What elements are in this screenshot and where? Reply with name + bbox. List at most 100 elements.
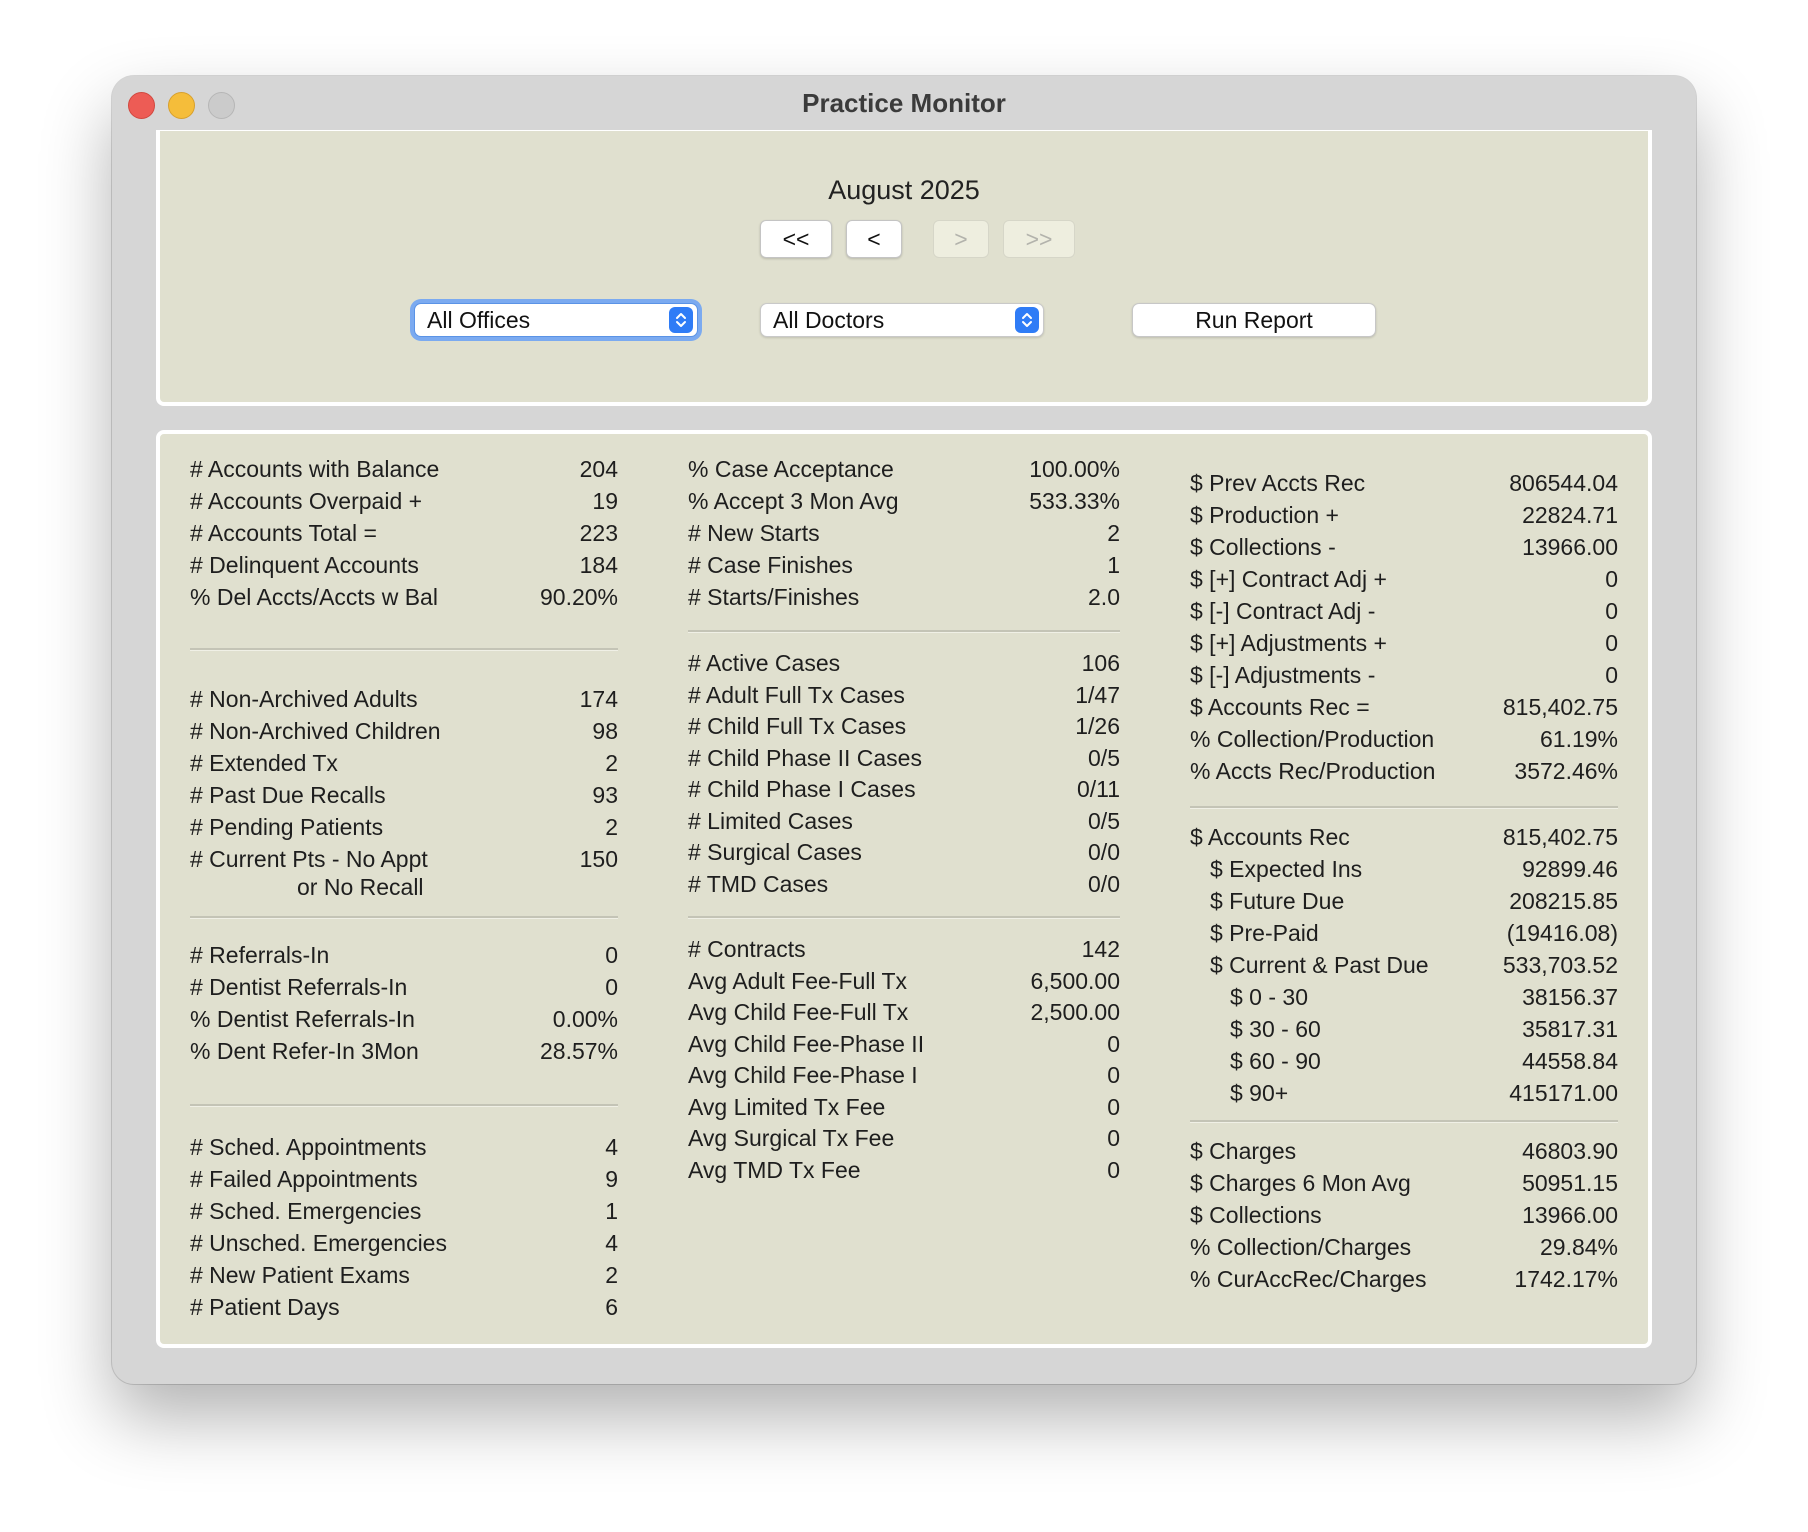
stat-label: # Dentist Referrals-In — [190, 974, 408, 1000]
section-divider — [190, 1104, 618, 1107]
stat-value: 100.00% — [1029, 456, 1120, 482]
stat-row: % CurAccRec/Charges 1742.17% — [1190, 1264, 1618, 1294]
stat-label: $ Accounts Rec = — [1190, 694, 1370, 720]
stat-value: 1/47 — [1075, 681, 1120, 708]
stat-value: 184 — [579, 552, 618, 578]
stat-value: 61.19% — [1539, 726, 1618, 752]
section-divider — [190, 916, 618, 919]
stat-label: # Current Pts - No Appt — [190, 846, 428, 872]
office-select[interactable]: All Offices — [414, 303, 698, 337]
stat-value: 0/0 — [1088, 870, 1120, 897]
stat-row: $ Collections 13966.00 — [1190, 1200, 1618, 1230]
next-period-button[interactable]: > — [933, 220, 989, 258]
stat-label: # Accounts with Balance — [190, 456, 440, 482]
stat-row: # Dentist Referrals-In 0 — [190, 972, 618, 1002]
stat-label: $ [-] Contract Adj - — [1190, 598, 1376, 624]
stat-label: Avg TMD Tx Fee — [688, 1156, 861, 1183]
stat-label: $ 0 - 30 — [1230, 984, 1308, 1010]
select-arrows-icon — [1015, 307, 1039, 333]
doctor-select[interactable]: All Doctors — [760, 303, 1044, 337]
stat-row: $ 30 - 60 35817.31 — [1190, 1014, 1618, 1044]
stat-value: 415171.00 — [1509, 1080, 1618, 1106]
stat-value: 0 — [1605, 598, 1618, 624]
stat-label: Avg Limited Tx Fee — [688, 1093, 886, 1120]
stat-label: $ Production + — [1190, 502, 1339, 528]
stat-label: Avg Child Fee-Full Tx — [688, 999, 909, 1025]
doctor-select-value: All Doctors — [773, 307, 885, 333]
stat-value: 44558.84 — [1522, 1048, 1618, 1074]
stat-value: 2 — [1107, 520, 1120, 546]
stat-value: 0 — [605, 942, 618, 968]
stat-row: # Accounts Total = 223 — [190, 518, 618, 548]
stat-label: % Collection/Production — [1190, 726, 1435, 752]
stat-value: 0 — [1605, 566, 1618, 592]
stat-value: 2 — [605, 814, 618, 840]
stat-label: $ Current & Past Due — [1210, 952, 1429, 978]
stat-value: 223 — [579, 520, 618, 546]
stat-label: $ [-] Adjustments - — [1190, 662, 1376, 688]
stat-label: Avg Surgical Tx Fee — [688, 1125, 895, 1151]
stat-row: Avg Child Fee-Full Tx 2,500.00 — [688, 997, 1120, 1027]
stat-value: 90.20% — [539, 584, 618, 610]
stat-row: $ Charges 6 Mon Avg 50951.15 — [1190, 1168, 1618, 1198]
stat-label: $ 30 - 60 — [1230, 1016, 1321, 1042]
stat-label: % Case Acceptance — [688, 456, 894, 482]
stat-row: % Del Accts/Accts w Bal 90.20% — [190, 582, 618, 612]
stat-value: 93 — [592, 782, 618, 808]
stat-row: # Contracts 142 — [688, 934, 1120, 964]
stat-value: 150 — [579, 846, 618, 872]
stat-row: # Non-Archived Children 98 — [190, 716, 618, 746]
stat-row: # Active Cases 106 — [688, 648, 1120, 678]
stat-value: 9 — [605, 1166, 618, 1192]
run-report-button[interactable]: Run Report — [1132, 303, 1376, 337]
stat-value: 0 — [1107, 1125, 1120, 1151]
stat-row: # Non-Archived Adults 174 — [190, 684, 618, 714]
stat-label-continuation: or No Recall — [297, 874, 424, 900]
stat-label: # Referrals-In — [190, 942, 330, 968]
stat-row: $ Prev Accts Rec 806544.04 — [1190, 468, 1618, 498]
stat-value: 98 — [592, 718, 618, 744]
stat-label: # New Starts — [688, 520, 820, 546]
stat-row: % Accept 3 Mon Avg 533.33% — [688, 486, 1120, 516]
stat-value: 174 — [579, 686, 618, 712]
stat-value: 13966.00 — [1522, 534, 1618, 560]
stat-value: 0/5 — [1088, 807, 1120, 834]
stat-value: 50951.15 — [1522, 1170, 1618, 1196]
stat-row: # Accounts with Balance 204 — [190, 454, 618, 484]
stat-label: $ Collections — [1190, 1202, 1322, 1228]
stat-row: $ 0 - 30 38156.37 — [1190, 982, 1618, 1012]
stat-row: $ Future Due 208215.85 — [1190, 886, 1618, 916]
stat-label: # Child Phase I Cases — [688, 776, 916, 802]
previous-period-button[interactable]: < — [846, 220, 902, 258]
stat-label: # Case Finishes — [688, 552, 853, 578]
stat-label: % Dent Refer-In 3Mon — [190, 1038, 419, 1064]
stat-value: 142 — [1081, 936, 1120, 962]
stat-row: % Accts Rec/Production 3572.46% — [1190, 756, 1618, 786]
stat-row: # Child Phase II Cases 0/5 — [688, 743, 1120, 773]
last-period-button[interactable]: >> — [1003, 220, 1075, 258]
stat-row: # Unsched. Emergencies 4 — [190, 1228, 618, 1258]
stat-label: Avg Child Fee-Phase II — [688, 1030, 925, 1057]
stat-value: 815,402.75 — [1502, 694, 1618, 720]
stat-value: 1 — [605, 1198, 618, 1224]
stat-value: (19416.08) — [1506, 920, 1618, 946]
first-period-button[interactable]: << — [760, 220, 832, 258]
stat-label: $ Prev Accts Rec — [1190, 470, 1366, 496]
window-title: Practice Monitor — [802, 88, 1006, 118]
stat-value: 0 — [1605, 630, 1618, 656]
stat-label: # Unsched. Emergencies — [190, 1230, 447, 1256]
stat-row: $ [+] Adjustments + 0 — [1190, 628, 1618, 658]
stat-value: 806544.04 — [1509, 470, 1618, 496]
stat-label: # Delinquent Accounts — [190, 552, 419, 578]
stat-value: 4 — [605, 1134, 618, 1160]
stat-label: # Starts/Finishes — [688, 584, 860, 610]
stat-row: # New Starts 2 — [688, 518, 1120, 548]
stat-value: 2.0 — [1088, 584, 1120, 610]
stat-row: # Surgical Cases 0/0 — [688, 837, 1120, 867]
office-select-value: All Offices — [427, 307, 531, 333]
stat-label: $ Charges 6 Mon Avg — [1190, 1170, 1411, 1196]
stat-value: 3572.46% — [1514, 758, 1618, 784]
stat-value: 0 — [1107, 1062, 1120, 1088]
stat-value: 2 — [605, 1262, 618, 1288]
stat-row: # Past Due Recalls 93 — [190, 780, 618, 810]
